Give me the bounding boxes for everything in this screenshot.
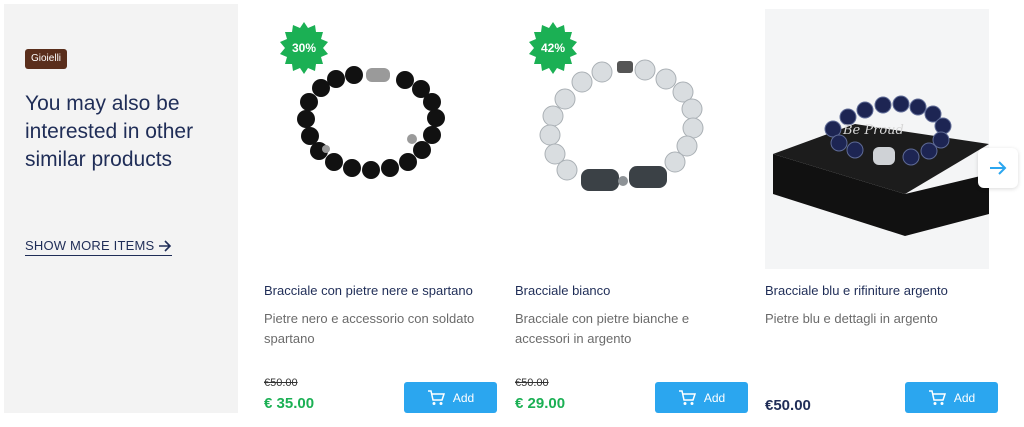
product-description: Pietre nero e accessorio con soldato spa… xyxy=(264,311,475,346)
related-products-panel: Gioielli You may also be interested in o… xyxy=(4,4,238,413)
add-label: Add xyxy=(953,390,976,405)
product-image[interactable]: Be Proud xyxy=(755,4,989,270)
price: €50.00 xyxy=(765,397,811,414)
show-more-items-link[interactable]: SHOW MORE ITEMS xyxy=(25,238,173,256)
old-price: €50.00 xyxy=(264,377,298,389)
product-card[interactable]: Be Proud Bracciale blu e rifiniture arge… xyxy=(755,4,998,414)
product-card[interactable]: 30% Bracciale con pietre nere e spartano… xyxy=(254,4,497,413)
old-price: €50.00 xyxy=(515,377,549,389)
product-title[interactable]: Bracciale con pietre nere e spartano xyxy=(264,283,484,298)
product-title[interactable]: Bracciale blu e rifiniture argento xyxy=(765,283,985,298)
product-title[interactable]: Bracciale bianco xyxy=(515,283,735,298)
add-label: Add xyxy=(703,390,726,405)
cart-icon xyxy=(427,389,445,405)
add-to-cart-button[interactable]: Add xyxy=(404,382,497,413)
cart-icon xyxy=(678,389,696,405)
discount-label: 30% xyxy=(291,41,317,55)
product-image[interactable]: 30% xyxy=(254,4,488,270)
add-to-cart-button[interactable]: Add xyxy=(655,382,748,413)
product-card[interactable]: 42% Bracciale bianco Bracciale con pietr… xyxy=(505,4,748,413)
discount-badge: 30% xyxy=(278,22,330,74)
discount-label: 42% xyxy=(540,41,566,55)
product-image[interactable]: 42% xyxy=(505,4,739,270)
category-badge[interactable]: Gioielli xyxy=(25,49,68,69)
add-label: Add xyxy=(452,390,475,405)
carousel-next-button[interactable] xyxy=(978,148,1018,188)
sale-price: € 29.00 xyxy=(515,395,566,412)
section-heading: You may also be interested in other simi… xyxy=(25,92,194,171)
blue-bracelet-box-image: Be Proud xyxy=(765,9,989,269)
cart-icon xyxy=(928,389,946,405)
add-to-cart-button[interactable]: Add xyxy=(905,382,998,413)
show-more-label: SHOW MORE ITEMS xyxy=(25,238,155,253)
discount-badge: 42% xyxy=(527,22,579,74)
product-description: Pietre blu e dettagli in argento xyxy=(765,311,938,326)
arrow-right-icon xyxy=(159,239,172,252)
product-description: Bracciale con pietre bianche e accessori… xyxy=(515,311,690,346)
sale-price: € 35.00 xyxy=(264,395,315,412)
svg-text:Be Proud: Be Proud xyxy=(842,123,904,138)
chevron-right-icon xyxy=(990,161,1007,175)
